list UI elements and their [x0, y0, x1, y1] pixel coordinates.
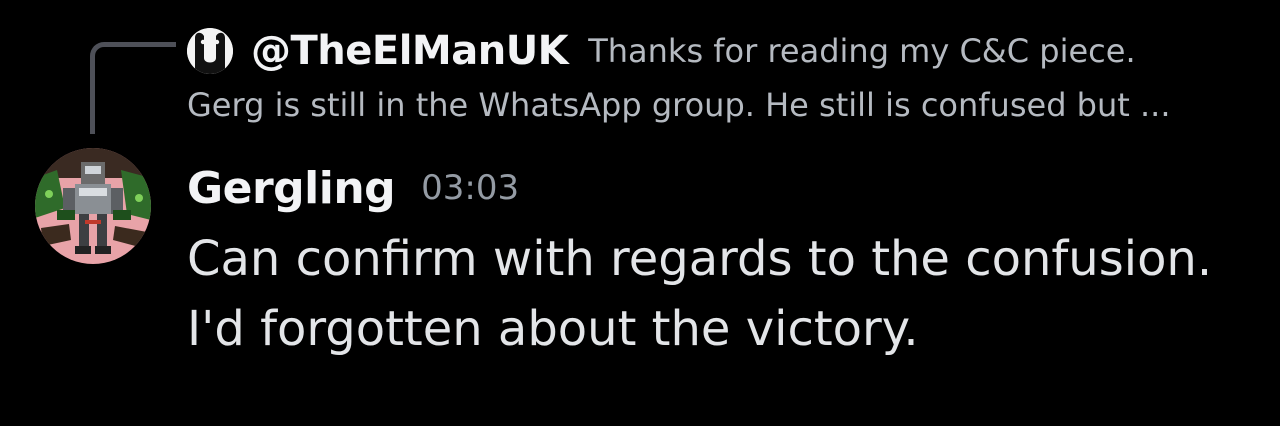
user-avatar[interactable]	[35, 148, 151, 264]
message-text-line: Can confirm with regards to the confusio…	[187, 231, 1213, 287]
message-content: Can confirm with regards to the confusio…	[187, 224, 1267, 364]
message-author-name[interactable]: Gergling	[187, 163, 396, 214]
message-timestamp[interactable]: 03:03	[421, 168, 519, 208]
message-header: Gergling 03:03	[187, 158, 519, 218]
reply-preview-line1[interactable]: Thanks for reading my C&C piece.	[588, 32, 1135, 70]
reply-spine	[90, 42, 176, 134]
reply-reference[interactable]: @TheElManUK Thanks for reading my C&C pi…	[187, 22, 1250, 132]
message-text-line: I'd forgotten about the victory.	[187, 301, 919, 357]
reply-preview-line2[interactable]: Gerg is still in the WhatsApp group. He …	[187, 86, 1171, 124]
reply-author-name[interactable]: @TheElManUK	[251, 28, 569, 74]
reply-header: @TheElManUK Thanks for reading my C&C pi…	[187, 22, 1136, 80]
robot-avatar-icon	[35, 148, 151, 264]
penguin-avatar-icon[interactable]	[187, 28, 233, 74]
